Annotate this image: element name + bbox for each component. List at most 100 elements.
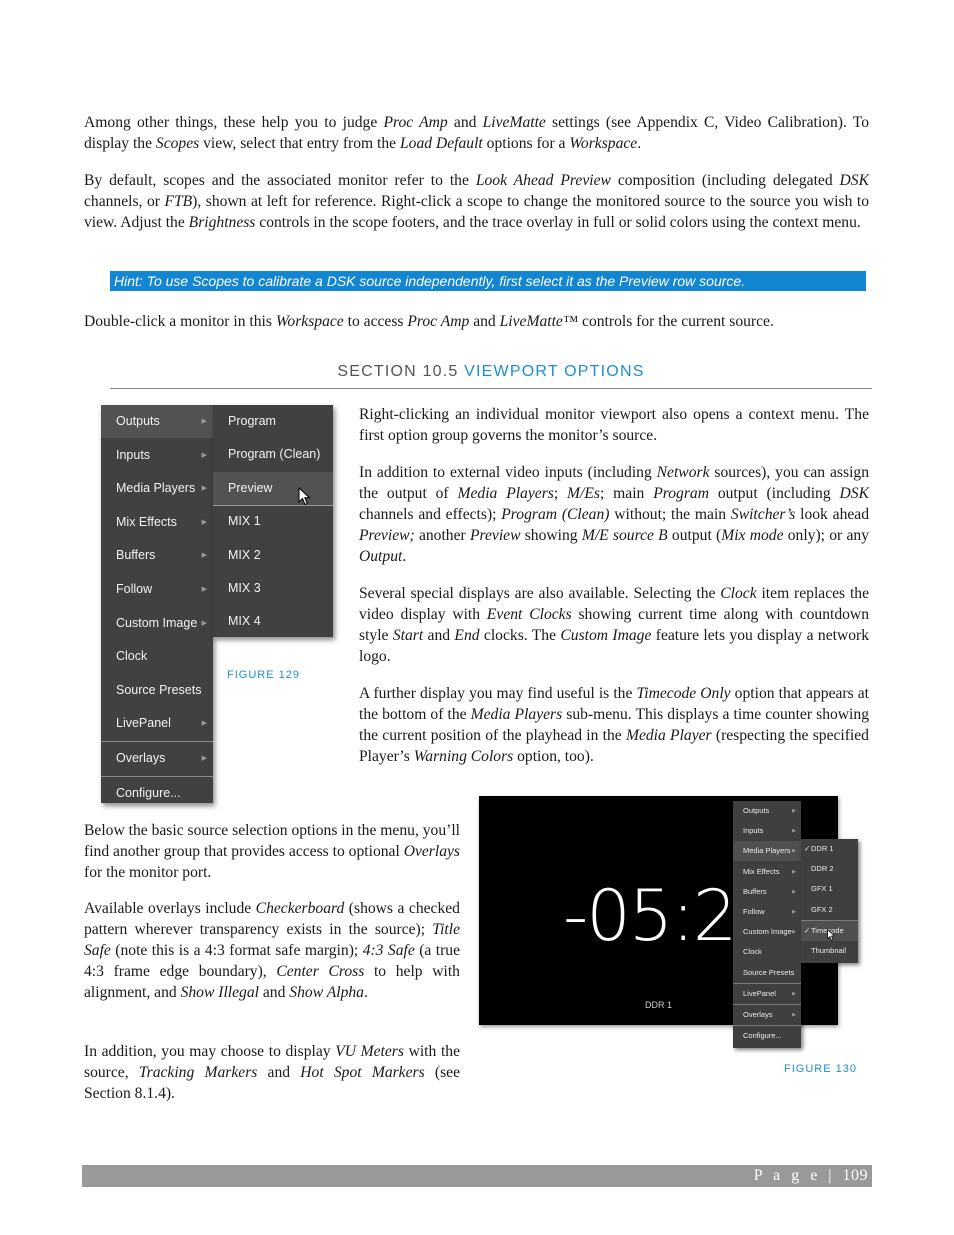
emphasis-text: Load Default [400, 135, 483, 152]
menu-item-follow[interactable]: Follow ▶ [733, 902, 801, 922]
menu-item-ddr-2[interactable]: DDR 2 [801, 859, 858, 879]
text-run: only); or any [783, 527, 869, 544]
menu-item-livepanel[interactable]: LivePanel ▶ [101, 707, 213, 740]
menu-item-overlays[interactable]: Overlays ▶ [101, 742, 213, 775]
emphasis-text: 4:3 Safe [362, 942, 415, 959]
menu-item-source-presets[interactable]: Source Presets [101, 674, 213, 707]
emphasis-text: DSK [839, 172, 870, 189]
submenu-arrow-icon: ▶ [792, 888, 796, 895]
submenu-arrow-icon: ▶ [792, 848, 796, 855]
menu-item-label: GFX 1 [811, 884, 833, 894]
menu-item-gfx-2[interactable]: GFX 2 [801, 900, 858, 920]
emphasis-text: Checkerboard [255, 900, 345, 917]
menu-item-label: Preview [228, 480, 273, 495]
submenu-arrow-icon: ▶ [792, 990, 796, 997]
menu-item-gfx-1[interactable]: GFX 1 [801, 879, 858, 899]
emphasis-text: Preview [469, 527, 521, 544]
menu-item-mix-effects[interactable]: Mix Effects ▶ [733, 862, 801, 882]
text-run: showing [520, 527, 582, 544]
text-run: composition (including delegated [610, 172, 840, 189]
page-label: P a g e [753, 1167, 821, 1184]
emphasis-text: Show Alpha [289, 984, 364, 1001]
text-run: and [258, 984, 290, 1001]
menu-item-inputs[interactable]: Inputs ▶ [101, 439, 213, 472]
menu-item-clock[interactable]: Clock [101, 640, 213, 673]
menu-item-label: Mix Effects [743, 866, 780, 876]
menu-item-mix-1[interactable]: MIX 1 [213, 505, 333, 538]
menu-item-livepanel[interactable]: LivePanel ▶ [733, 984, 801, 1004]
menu-item-label: Custom Image [116, 615, 198, 630]
menu-item-program[interactable]: Program [213, 405, 333, 438]
text-run: option, too). [513, 748, 594, 765]
emphasis-text: Network [656, 464, 710, 481]
menu-item-thumbnail[interactable]: Thumbnail [801, 941, 858, 961]
menu-item-follow[interactable]: Follow ▶ [101, 573, 213, 606]
section-divider [110, 388, 872, 389]
menu-item-clock[interactable]: Clock [733, 942, 801, 962]
figure-caption: FIGURE 129 [227, 669, 300, 681]
submenu-arrow-icon: ▶ [201, 720, 207, 728]
monitor-source-label: DDR 1 [645, 1000, 673, 1010]
emphasis-text: LiveMatte [482, 114, 546, 131]
text-run: output (including [708, 485, 840, 502]
menu-item-media-players[interactable]: Media Players ▶ [101, 472, 213, 505]
text-run: and [423, 627, 455, 644]
menu-item-inputs[interactable]: Inputs ▶ [733, 821, 801, 841]
emphasis-text: Preview; [359, 527, 415, 544]
emphasis-text: Overlays [403, 843, 460, 860]
emphasis-text: Proc Amp [383, 114, 448, 131]
menu-item-media-players[interactable]: Media Players ▶ [733, 841, 801, 862]
emphasis-text: Tracking Markers [138, 1064, 258, 1081]
menu-item-label: DDR 1 [811, 844, 834, 853]
menu-item-label: LivePanel [743, 988, 776, 998]
menu-item-configure[interactable]: Configure... [101, 777, 213, 810]
text-run: controls for the current source. [578, 313, 774, 330]
menu-item-mix-3[interactable]: MIX 3 [213, 572, 333, 605]
menu-item-outputs[interactable]: Outputs ▶ [733, 801, 801, 821]
menu-item-mix-2[interactable]: MIX 2 [213, 539, 333, 572]
menu-item-label: Clock [743, 947, 762, 957]
menu-item-preview[interactable]: Preview [213, 471, 333, 505]
submenu-arrow-icon: ▶ [792, 808, 796, 814]
menu-item-ddr-1[interactable]: ✓ DDR 1 [801, 839, 858, 859]
emphasis-text: LiveMatte™ [499, 313, 579, 330]
menu-item-outputs[interactable]: Outputs ▶ [101, 405, 213, 438]
menu-item-label: Media Players [743, 846, 791, 856]
menu-item-label: Inputs [743, 826, 764, 836]
text-run: Double-click a monitor in this [84, 313, 276, 330]
menu-item-label: Buffers [116, 548, 156, 563]
submenu-arrow-icon: ▶ [201, 619, 207, 627]
menu-item-overlays[interactable]: Overlays ▶ [733, 1005, 801, 1025]
text-run: (note this is a 4:3 format safe margin); [110, 942, 363, 959]
emphasis-text: DSK [839, 485, 869, 502]
menu-item-program-clean[interactable]: Program (Clean) [213, 438, 333, 471]
menu-item-label: Follow [116, 582, 153, 596]
menu-item-source-presets[interactable]: Source Presets [733, 963, 801, 983]
menu-item-custom-image[interactable]: Custom Image ▶ [733, 922, 801, 942]
menu-item-mix-effects[interactable]: Mix Effects ▶ [101, 506, 213, 539]
menu-item-label: MIX 1 [228, 514, 261, 529]
emphasis-text: Switcher’s [730, 506, 796, 523]
emphasis-text: Proc Amp [407, 313, 470, 330]
menu-item-label: Media Players [116, 481, 196, 496]
text-run: output ( [667, 527, 722, 544]
text-run: ; main [599, 485, 654, 502]
submenu-arrow-icon: ▶ [201, 552, 207, 560]
menu-item-buffers[interactable]: Buffers ▶ [101, 539, 213, 572]
menu-item-label: Configure... [743, 1031, 782, 1041]
emphasis-text: Start [392, 627, 424, 644]
menu-item-mix-4[interactable]: MIX 4 [213, 605, 333, 638]
emphasis-text: Timecode Only [636, 685, 731, 702]
menu-item-configure[interactable]: Configure... [733, 1026, 801, 1046]
mouse-pointer-icon [298, 487, 311, 506]
menu-item-label: Follow [743, 907, 765, 916]
text-run: Available overlays include [84, 900, 256, 917]
text-run: By default, scopes and the associated mo… [84, 172, 476, 189]
menu-item-custom-image[interactable]: Custom Image ▶ [101, 607, 213, 640]
menu-item-label: Source Presets [743, 967, 795, 977]
menu-item-buffers[interactable]: Buffers ▶ [733, 882, 801, 902]
hint-banner: Hint: To use Scopes to calibrate a DSK s… [110, 271, 866, 291]
emphasis-text: Workspace [275, 313, 344, 330]
menu-item-label: Mix Effects [116, 514, 177, 529]
text-run: . [402, 548, 407, 565]
